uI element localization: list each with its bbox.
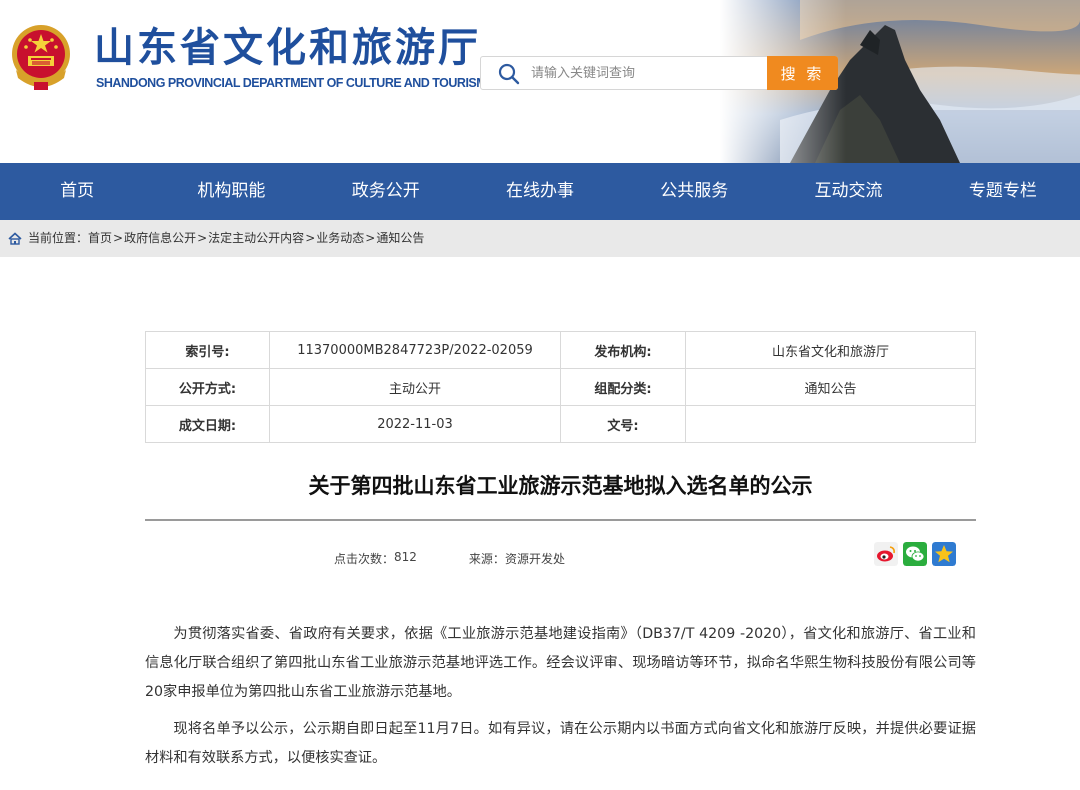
source-value: 资源开发处 xyxy=(504,552,565,566)
nav-item-public-services[interactable]: 公共服务 xyxy=(617,163,771,220)
meta-label-category: 组配分类: xyxy=(560,368,686,406)
breadcrumb-notices[interactable]: 通知公告 xyxy=(376,220,424,257)
nav-item-special-topics[interactable]: 专题专栏 xyxy=(926,163,1080,220)
article-title: 关于第四批山东省工业旅游示范基地拟入选名单的公示 xyxy=(308,474,813,498)
weibo-icon[interactable] xyxy=(874,542,898,566)
nav-item-online-services[interactable]: 在线办事 xyxy=(463,163,617,220)
home-icon xyxy=(8,231,22,245)
meta-value-docno xyxy=(685,405,976,443)
meta-value-disclosure: 主动公开 xyxy=(269,368,561,406)
breadcrumb-prefix: 当前位置： xyxy=(28,231,89,245)
meta-value-date: 2022-11-03 xyxy=(269,405,561,443)
article-paragraph: 为贯彻落实省委、省政府有关要求，依据《工业旅游示范基地建设指南》（DB37/T … xyxy=(145,626,976,700)
meta-value-category: 通知公告 xyxy=(685,368,976,406)
breadcrumb-separator: > xyxy=(197,231,208,245)
meta-value-index: 11370000MB2847723P/2022-02059 xyxy=(269,331,561,369)
views-count: 812 xyxy=(394,550,417,564)
meta-label-publisher: 发布机构: xyxy=(560,331,686,369)
meta-label-index: 索引号: xyxy=(145,331,270,369)
document-meta-table: 索引号: 11370000MB2847723P/2022-02059 发布机构:… xyxy=(145,331,976,443)
title-divider xyxy=(145,519,976,521)
nav-item-home[interactable]: 首页 xyxy=(0,163,154,220)
search-button[interactable]: 搜 索 xyxy=(767,56,838,90)
breadcrumb-bar: 当前位置： 首页 > 政府信息公开 > 法定主动公开内容 > 业务动态 > 通知… xyxy=(0,220,1080,257)
breadcrumb-separator: > xyxy=(305,231,316,245)
meta-label-disclosure: 公开方式: xyxy=(145,368,270,406)
site-title: 山东省文化和旅游厅 xyxy=(94,25,481,71)
breadcrumb: 当前位置： 首页 > 政府信息公开 > 法定主动公开内容 > 业务动态 > 通知… xyxy=(8,220,424,257)
meta-row: 公开方式: 主动公开 组配分类: 通知公告 xyxy=(145,368,976,406)
qzone-icon[interactable] xyxy=(932,542,956,566)
article-paragraph: 现将名单予以公示，公示期自即日起至11月7日。如有异议，请在公示期内以书面方式向… xyxy=(145,721,976,766)
nav-item-government-affairs[interactable]: 政务公开 xyxy=(309,163,463,220)
meta-row: 成文日期: 2022-11-03 文号: xyxy=(145,405,976,443)
meta-label-date: 成文日期: xyxy=(145,405,270,443)
site-header: 山东省文化和旅游厅 SHANDONG PROVINCIAL DEPARTMENT… xyxy=(0,0,1080,163)
views-label: 点击次数： xyxy=(334,552,395,566)
breadcrumb-separator: > xyxy=(113,231,124,245)
share-buttons xyxy=(874,542,956,566)
meta-value-publisher: 山东省文化和旅游厅 xyxy=(685,331,976,369)
info-spacer xyxy=(417,550,469,567)
breadcrumb-gov-info[interactable]: 政府信息公开 xyxy=(124,220,196,257)
meta-row: 索引号: 11370000MB2847723P/2022-02059 发布机构:… xyxy=(145,331,976,369)
nav-item-interaction[interactable]: 互动交流 xyxy=(771,163,925,220)
article-info-line: 点击次数： 812 来源： 资源开发处 xyxy=(334,550,565,567)
search-icon xyxy=(498,63,520,85)
main-nav: 首页 机构职能 政务公开 在线办事 公共服务 互动交流 专题专栏 xyxy=(0,163,1080,220)
breadcrumb-statutory-content[interactable]: 法定主动公开内容 xyxy=(208,220,304,257)
search-input[interactable] xyxy=(531,59,761,87)
wechat-icon[interactable] xyxy=(903,542,927,566)
article-body: 为贯彻落实省委、省政府有关要求，依据《工业旅游示范基地建设指南》（DB37/T … xyxy=(145,620,976,781)
breadcrumb-home[interactable]: 首页 xyxy=(88,220,112,257)
breadcrumb-business-news[interactable]: 业务动态 xyxy=(316,220,364,257)
source-label: 来源： xyxy=(468,552,505,566)
meta-label-docno: 文号: xyxy=(560,405,686,443)
nav-item-functions[interactable]: 机构职能 xyxy=(154,163,308,220)
national-emblem-icon xyxy=(12,25,70,90)
site-subtitle: SHANDONG PROVINCIAL DEPARTMENT OF CULTUR… xyxy=(96,76,487,90)
breadcrumb-separator: > xyxy=(365,231,376,245)
